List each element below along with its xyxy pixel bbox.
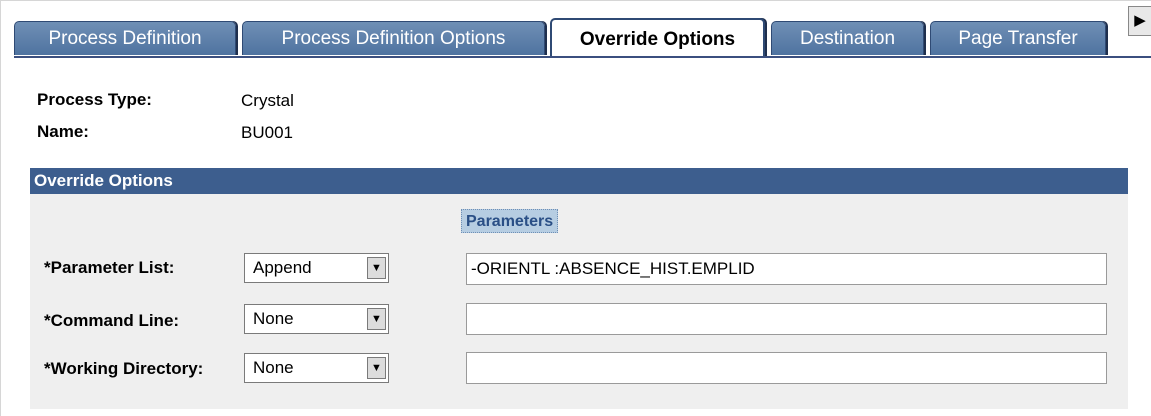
tab-process-definition-options[interactable]: Process Definition Options [242, 21, 545, 55]
name-label: Name: [37, 122, 89, 141]
tab-underline [14, 56, 1151, 58]
tab-process-definition[interactable]: Process Definition [14, 21, 236, 55]
command-line-input[interactable] [466, 303, 1107, 335]
tab-page-transfer[interactable]: Page Transfer [930, 21, 1106, 55]
name-value: BU001 [241, 123, 293, 142]
dropdown-arrow-icon[interactable]: ▼ [367, 257, 386, 279]
process-type-label: Process Type: [37, 90, 152, 109]
parameter-list-select[interactable]: Append ▼ [244, 253, 389, 283]
tab-scroll-right-icon[interactable]: ▶ [1128, 6, 1151, 36]
parameters-column-header: Parameters [461, 209, 559, 233]
page-frame-left [0, 0, 1, 416]
dropdown-arrow-icon[interactable]: ▼ [367, 357, 386, 379]
section-header: Override Options [30, 168, 1128, 194]
tab-destination[interactable]: Destination [771, 21, 924, 55]
dropdown-arrow-icon[interactable]: ▼ [367, 308, 386, 330]
tab-bar: Process Definition Process Definition Op… [14, 18, 1151, 58]
parameter-list-input[interactable]: -ORIENTL :ABSENCE_HIST.EMPLID [466, 253, 1107, 285]
parameter-list-label: *Parameter List: [44, 258, 175, 277]
command-line-label: *Command Line: [44, 311, 180, 330]
page-frame-top [0, 0, 1151, 1]
working-directory-select[interactable]: None ▼ [244, 353, 389, 383]
tab-override-options[interactable]: Override Options [550, 18, 765, 58]
working-directory-input[interactable] [466, 352, 1107, 384]
parameter-list-select-value: Append [253, 258, 312, 277]
command-line-select-value: None [253, 309, 294, 328]
working-directory-select-value: None [253, 358, 294, 377]
command-line-select[interactable]: None ▼ [244, 304, 389, 334]
working-directory-label: *Working Directory: [44, 359, 204, 378]
process-type-value: Crystal [241, 91, 294, 110]
